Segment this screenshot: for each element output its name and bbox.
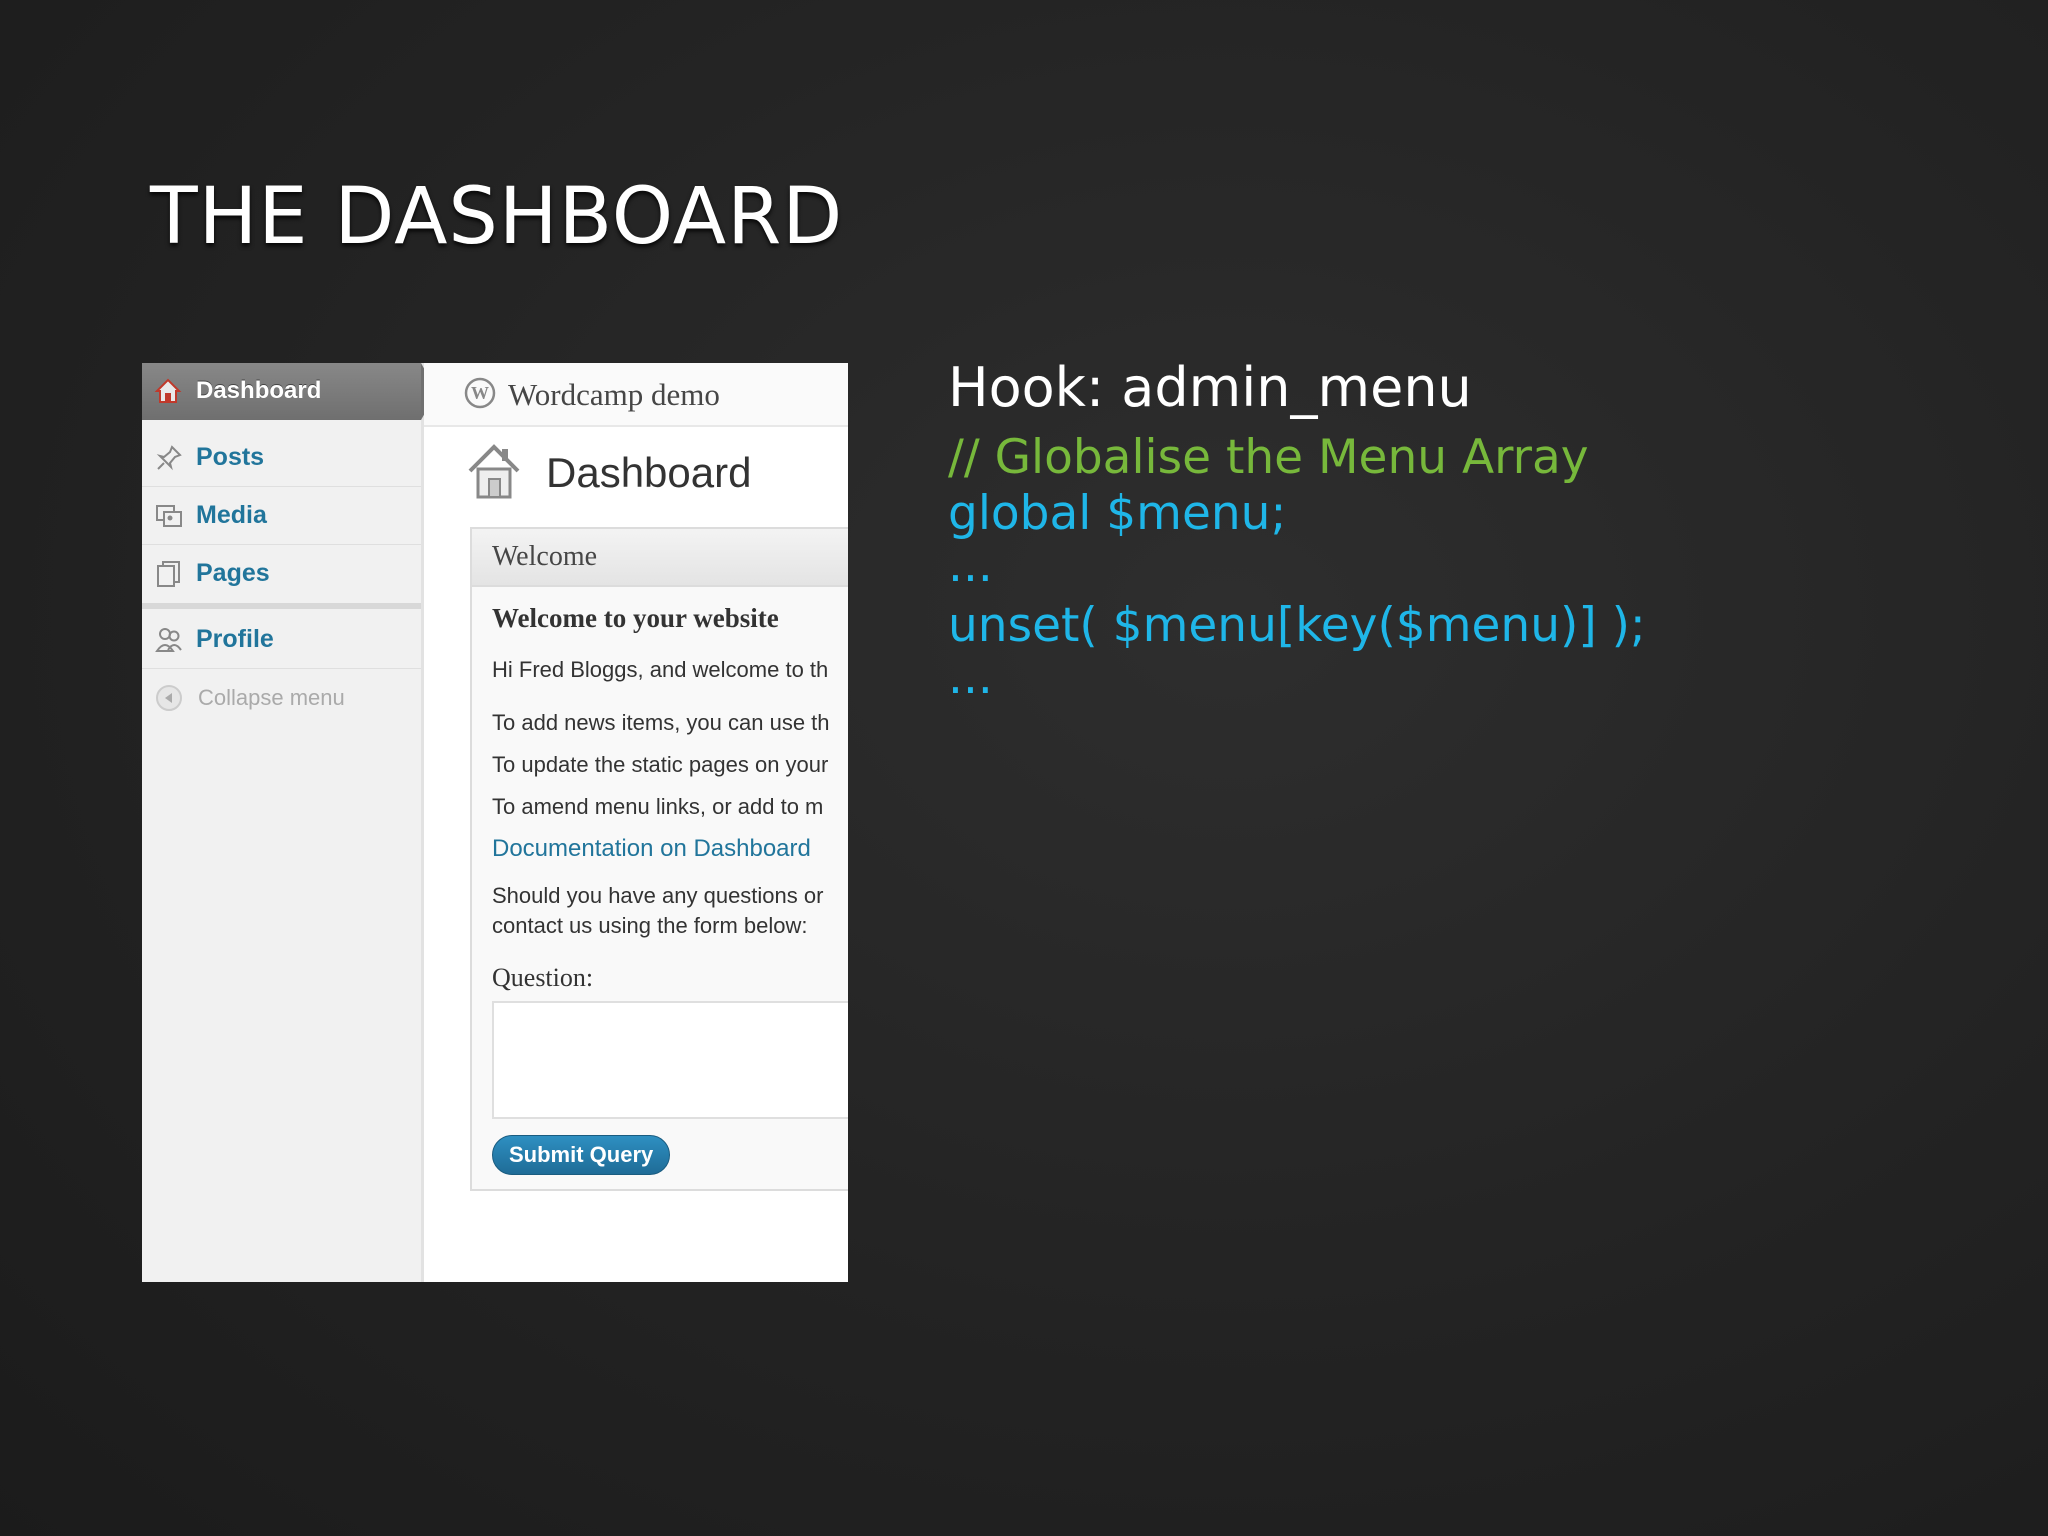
sidebar-item-label: Media <box>196 501 267 529</box>
dashboard-screenshot: Dashboard Posts Media Pages Profile Coll… <box>142 363 848 1282</box>
widget-header[interactable]: Welcome <box>472 529 848 587</box>
slide-title: THE DASHBOARD <box>150 172 844 262</box>
sidebar-item-label: Posts <box>196 443 265 471</box>
menu-separator <box>142 603 421 609</box>
widget-text-line: To add news items, you can use th <box>492 710 830 735</box>
home-icon <box>154 378 182 403</box>
dashboard-main: W Wordcamp demo Dashboard Welcome Welcom… <box>424 363 848 1282</box>
sidebar-item-label: Dashboard <box>196 377 322 404</box>
pin-icon <box>156 445 182 471</box>
admin-sidebar: Dashboard Posts Media Pages Profile Coll… <box>142 363 437 1282</box>
submit-query-button[interactable]: Submit Query <box>492 1135 671 1175</box>
question-label: Question: <box>492 963 594 992</box>
site-header: W Wordcamp demo <box>424 363 848 427</box>
code-comment: // Globalise the Menu Array <box>948 430 1589 485</box>
page-title: Dashboard <box>546 449 752 496</box>
users-icon <box>155 628 182 652</box>
widget-text-line: To amend menu links, or add to m <box>492 794 824 819</box>
sidebar-item-dashboard[interactable]: Dashboard <box>142 363 437 420</box>
code-line-unset: unset( $menu[key($menu)] ); <box>948 598 1646 653</box>
sidebar-item-label: Pages <box>196 559 270 587</box>
site-title[interactable]: Wordcamp demo <box>508 377 720 413</box>
pages-icon <box>157 561 180 587</box>
welcome-widget: Welcome Welcome to your website Hi Fred … <box>470 527 848 1191</box>
widget-text-line: Hi Fred Bloggs, and welcome to th <box>492 657 829 682</box>
widget-text-line: contact us using the form below: <box>492 913 808 938</box>
hook-label: Hook: admin_menu <box>948 356 1472 419</box>
code-line-global: global $menu; <box>948 486 1287 541</box>
widget-text-line: Should you have any questions or <box>492 883 824 908</box>
collapse-menu-button[interactable]: Collapse menu <box>142 669 421 726</box>
widget-text-line: To update the static pages on your <box>492 752 829 777</box>
collapse-menu-label: Collapse menu <box>198 685 345 710</box>
wordpress-logo-icon: W <box>464 377 496 409</box>
widget-heading: Welcome to your website <box>492 603 779 633</box>
sidebar-item-profile[interactable]: Profile <box>142 611 421 669</box>
question-textarea[interactable] <box>492 1001 848 1119</box>
sidebar-item-label: Profile <box>196 625 274 653</box>
sidebar-item-media[interactable]: Media <box>142 487 421 545</box>
dashboard-house-icon <box>468 444 520 499</box>
media-icon <box>156 505 182 527</box>
svg-text:W: W <box>471 383 489 403</box>
code-ellipsis: ... <box>948 538 993 593</box>
sidebar-item-posts[interactable]: Posts <box>142 429 421 487</box>
collapse-arrow-icon <box>156 685 182 711</box>
documentation-link[interactable]: Documentation on Dashboard <box>492 835 811 863</box>
sidebar-item-pages[interactable]: Pages <box>142 545 421 602</box>
widget-title: Welcome <box>492 541 598 572</box>
code-ellipsis: ... <box>948 650 993 705</box>
